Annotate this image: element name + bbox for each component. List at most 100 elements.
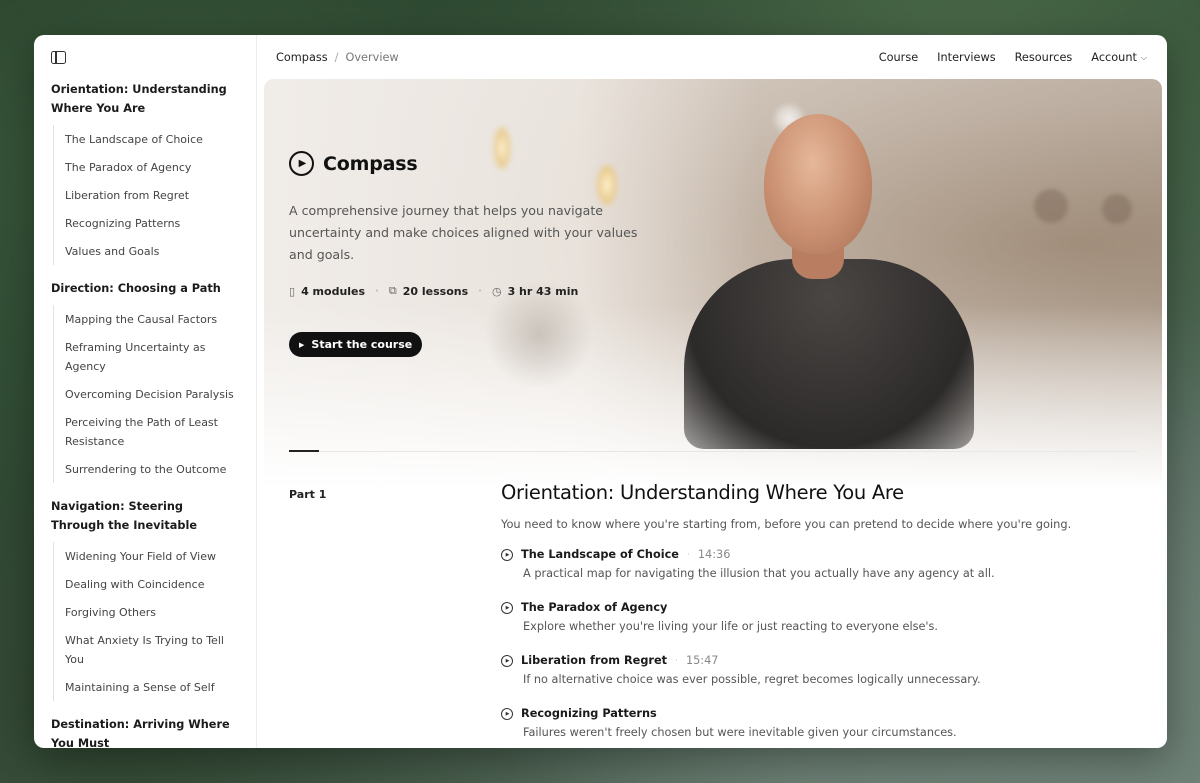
sidebar-item[interactable]: Surrendering to the Outcome bbox=[54, 455, 239, 483]
sidebar: Orientation: Understanding Where You Are… bbox=[34, 35, 257, 748]
sidebar-item[interactable]: Perceiving the Path of Least Resistance bbox=[54, 408, 239, 455]
stat-modules: ▯ 4 modules bbox=[289, 285, 365, 298]
play-icon: ▶ bbox=[299, 340, 305, 349]
play-circle-icon: ▶ bbox=[289, 151, 314, 176]
sidebar-item-list: The Landscape of Choice The Paradox of Ag… bbox=[53, 125, 239, 265]
brand: ▶ Compass bbox=[289, 151, 669, 176]
start-course-button[interactable]: ▶ Start the course bbox=[289, 332, 423, 357]
nav-interviews[interactable]: Interviews bbox=[937, 51, 995, 64]
lesson-description: Failures weren't freely chosen but were … bbox=[523, 726, 957, 739]
play-circle-icon[interactable]: ▶ bbox=[501, 548, 513, 561]
instructor-photo bbox=[674, 109, 984, 449]
lesson-item[interactable]: ▶ The Paradox of Agency Explore whether yo… bbox=[501, 601, 1131, 633]
stat-separator: · bbox=[478, 285, 482, 297]
part-description: You need to know where you're starting f… bbox=[501, 517, 1072, 531]
sidebar-item[interactable]: Values and Goals bbox=[54, 237, 239, 265]
lesson-title[interactable]: Recognizing Patterns bbox=[521, 707, 657, 720]
lesson-description: If no alternative choice was ever possib… bbox=[523, 673, 981, 686]
breadcrumb-current: Overview bbox=[345, 50, 399, 64]
sidebar-item[interactable]: Overcoming Decision Paralysis bbox=[54, 380, 239, 408]
play-circle-icon[interactable]: ▶ bbox=[501, 601, 513, 614]
top-nav: Course Interviews Resources Account ⌵ bbox=[879, 51, 1147, 64]
breadcrumb-root[interactable]: Compass bbox=[276, 51, 328, 64]
sidebar-section: Direction: Choosing a Path Mapping the Ca… bbox=[51, 279, 239, 483]
book-icon: ▯ bbox=[289, 284, 296, 298]
sidebar-section-title[interactable]: Destination: Arriving Where You Must bbox=[51, 715, 239, 748]
lesson-item[interactable]: ▶ The Landscape of Choice · 14:36 A practica… bbox=[501, 548, 1131, 580]
part-label: Part 1 bbox=[289, 488, 327, 501]
sidebar-item[interactable]: The Paradox of Agency bbox=[54, 153, 239, 181]
lesson-description: A practical map for navigating the illus… bbox=[523, 567, 995, 580]
sidebar-section: Navigation: Steering Through the Inevita… bbox=[51, 497, 239, 701]
lesson-duration: 14:36 bbox=[697, 548, 731, 561]
instructor-torso bbox=[684, 259, 974, 449]
lesson-header: ▶ Recognizing Patterns bbox=[501, 707, 1131, 720]
divider bbox=[319, 451, 1137, 452]
sidebar-section-title[interactable]: Orientation: Understanding Where You Are bbox=[51, 80, 239, 118]
stat-duration-label: 3 hr 43 min bbox=[507, 284, 579, 298]
lesson-title[interactable]: The Paradox of Agency bbox=[521, 601, 667, 614]
course-stats: ▯ 4 modules · ⧉ 20 lessons · ◷ 3 hr 43 min bbox=[289, 284, 669, 298]
stat-duration: ◷ 3 hr 43 min bbox=[492, 285, 578, 298]
stat-lessons: ⧉ 20 lessons bbox=[389, 284, 468, 298]
stat-modules-label: 4 modules bbox=[301, 284, 366, 298]
sidebar-section-title[interactable]: Direction: Choosing a Path bbox=[51, 279, 239, 298]
sidebar-item-list: Mapping the Causal Factors Reframing Unce… bbox=[53, 305, 239, 483]
play-circle-icon[interactable]: ▶ bbox=[501, 707, 513, 720]
nav-account-label: Account bbox=[1091, 50, 1137, 64]
lesson-description: Explore whether you're living your life … bbox=[523, 620, 939, 633]
breadcrumb: Compass / Overview bbox=[276, 51, 399, 64]
lesson-item[interactable]: ▶ Recognizing Patterns Failures weren't fr… bbox=[501, 707, 1131, 739]
sidebar-item[interactable]: Recognizing Patterns bbox=[54, 209, 239, 237]
copy-icon: ⧉ bbox=[388, 284, 397, 297]
nav-course[interactable]: Course bbox=[879, 51, 918, 64]
sidebar-sections: Orientation: Understanding Where You Are… bbox=[51, 80, 239, 748]
lesson-header: ▶ Liberation from Regret · 15:47 bbox=[501, 654, 1131, 667]
sidebar-item[interactable]: Forgiving Others bbox=[54, 598, 239, 626]
lesson-item[interactable]: ▶ Liberation from Regret · 15:47 If no alter… bbox=[501, 654, 1131, 686]
part-title: Orientation: Understanding Where You Are bbox=[501, 481, 904, 504]
clock-icon: ◷ bbox=[491, 284, 502, 298]
sidebar-toggle-icon[interactable] bbox=[51, 51, 66, 64]
lesson-header: ▶ The Landscape of Choice · 14:36 bbox=[501, 548, 1131, 561]
sidebar-item[interactable]: Liberation from Regret bbox=[54, 181, 239, 209]
sidebar-item[interactable]: Mapping the Causal Factors bbox=[54, 305, 239, 333]
sidebar-item[interactable]: Reframing Uncertainty as Agency bbox=[54, 333, 239, 380]
brand-name: Compass bbox=[323, 152, 418, 175]
top-bar: Compass / Overview Course Interviews Res… bbox=[257, 35, 1167, 79]
shelf-object bbox=[1102, 194, 1132, 224]
lesson-title[interactable]: Liberation from Regret bbox=[521, 654, 667, 667]
sidebar-item[interactable]: Widening Your Field of View bbox=[54, 542, 239, 570]
instructor-head bbox=[764, 114, 872, 254]
sidebar-section: Orientation: Understanding Where You Are… bbox=[51, 80, 239, 265]
sidebar-item[interactable]: What Anxiety Is Trying to Tell You bbox=[54, 626, 239, 673]
lesson-separator: · bbox=[686, 549, 690, 560]
course-content: ▶ Compass A comprehensive journey that h… bbox=[264, 79, 1162, 748]
divider-accent bbox=[289, 450, 319, 452]
lesson-duration: 15:47 bbox=[685, 654, 719, 667]
sidebar-section: Destination: Arriving Where You Must bbox=[51, 715, 239, 748]
breadcrumb-separator: / bbox=[334, 50, 339, 64]
lesson-title[interactable]: The Landscape of Choice bbox=[521, 548, 679, 561]
hero: ▶ Compass A comprehensive journey that h… bbox=[289, 151, 669, 357]
app-window: Orientation: Understanding Where You Are… bbox=[34, 35, 1167, 748]
start-course-label: Start the course bbox=[311, 338, 413, 351]
chevron-down-icon: ⌵ bbox=[1140, 52, 1147, 62]
sidebar-item[interactable]: Maintaining a Sense of Self bbox=[54, 673, 239, 701]
part-body: Orientation: Understanding Where You Are… bbox=[501, 481, 1131, 748]
sidebar-item[interactable]: The Landscape of Choice bbox=[54, 125, 239, 153]
lesson-header: ▶ The Paradox of Agency bbox=[501, 601, 1131, 614]
nav-resources[interactable]: Resources bbox=[1015, 51, 1073, 64]
sidebar-item[interactable]: Dealing with Coincidence bbox=[54, 570, 239, 598]
lesson-list: ▶ The Landscape of Choice · 14:36 A practica… bbox=[501, 548, 1131, 739]
shelf-object bbox=[1034, 189, 1068, 223]
hero-description: A comprehensive journey that helps you n… bbox=[289, 203, 638, 262]
stat-lessons-label: 20 lessons bbox=[402, 284, 469, 298]
nav-account[interactable]: Account ⌵ bbox=[1091, 51, 1147, 64]
stat-separator: · bbox=[375, 285, 379, 297]
sidebar-section-title[interactable]: Navigation: Steering Through the Inevita… bbox=[51, 497, 239, 535]
play-circle-icon[interactable]: ▶ bbox=[501, 654, 513, 667]
main-area: Compass / Overview Course Interviews Res… bbox=[257, 35, 1167, 748]
lesson-separator: · bbox=[675, 655, 678, 666]
sidebar-item-list: Widening Your Field of View Dealing with … bbox=[53, 542, 239, 701]
